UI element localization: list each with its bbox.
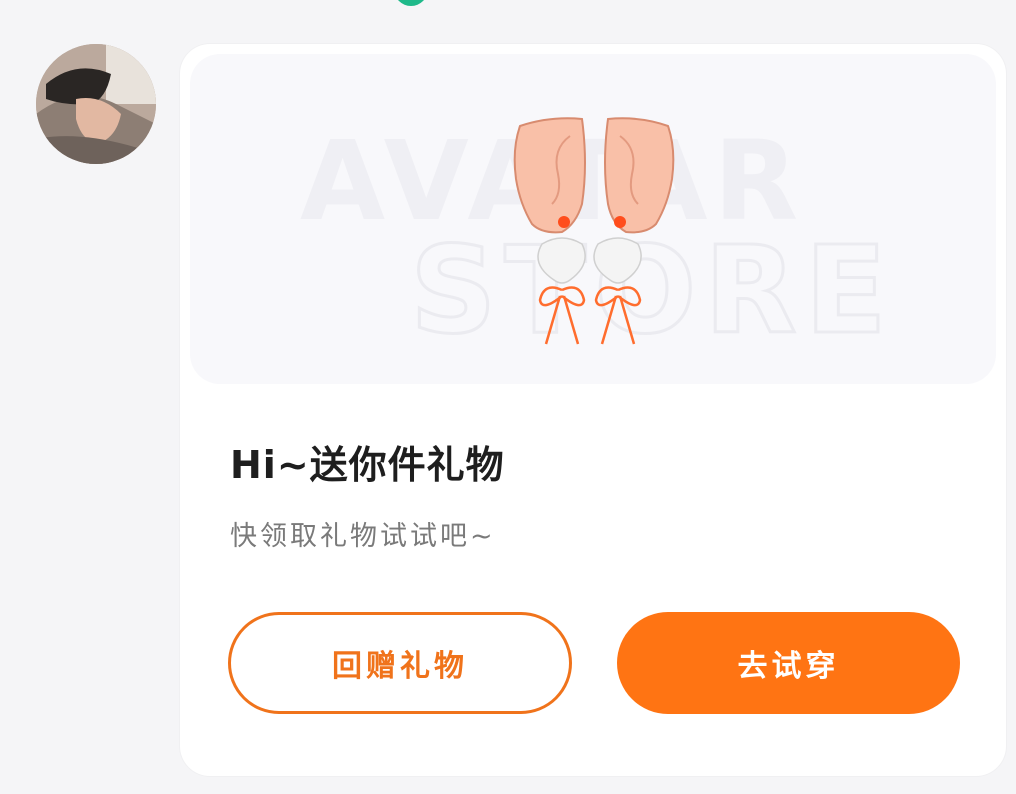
try-on-label: 去试穿 bbox=[737, 649, 840, 684]
gift-subtitle: 快领取礼物试试吧~ bbox=[230, 521, 496, 552]
banner-watermark-store: STORE bbox=[410, 222, 895, 361]
avatar[interactable] bbox=[36, 44, 156, 164]
gift-banner: AVATAR STORE bbox=[190, 54, 996, 384]
chat-page: AVATAR STORE bbox=[0, 0, 1016, 794]
status-indicator bbox=[394, 0, 428, 6]
return-gift-button[interactable]: 回赠礼物 bbox=[228, 612, 572, 714]
gift-card: AVATAR STORE bbox=[180, 44, 1006, 776]
return-gift-label: 回赠礼物 bbox=[332, 649, 468, 684]
gift-title: Hi~送你件礼物 bbox=[230, 443, 505, 487]
try-on-button[interactable]: 去试穿 bbox=[617, 612, 960, 714]
avatar-photo bbox=[36, 44, 156, 164]
